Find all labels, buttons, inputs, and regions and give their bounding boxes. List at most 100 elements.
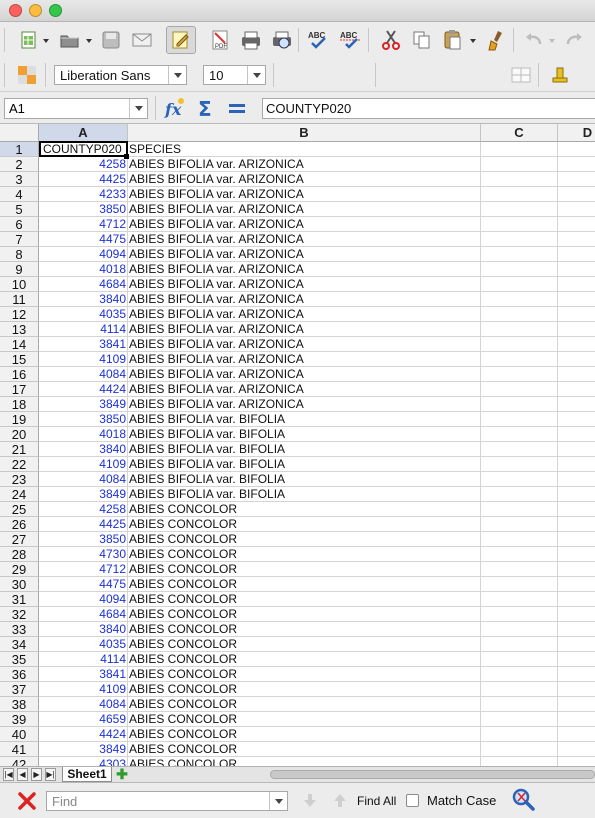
undo-icon[interactable] <box>520 27 546 53</box>
chevron-down-icon[interactable] <box>269 792 287 810</box>
cell-empty[interactable] <box>558 292 595 307</box>
cell-empty[interactable] <box>558 202 595 217</box>
cell-empty[interactable] <box>558 412 595 427</box>
cell-species[interactable]: ABIES BIFOLIA var. ARIZONICA <box>128 232 481 247</box>
cell-species[interactable]: ABIES CONCOLOR <box>128 607 481 622</box>
row-header[interactable]: 37 <box>0 682 39 697</box>
row-header[interactable]: 12 <box>0 307 39 322</box>
find-input[interactable]: Find <box>46 791 288 811</box>
cell-species[interactable]: ABIES BIFOLIA var. ARIZONICA <box>128 292 481 307</box>
cell-empty[interactable] <box>481 247 558 262</box>
sheet-tab-sheet1[interactable]: Sheet1 <box>62 767 112 782</box>
cell-species[interactable]: SPECIES <box>128 142 481 157</box>
minimize-window-button[interactable] <box>29 4 42 17</box>
cell-countyp020[interactable]: 3849 <box>39 742 128 757</box>
cell-countyp020[interactable]: 3850 <box>39 412 128 427</box>
cell-empty[interactable] <box>558 217 595 232</box>
styles-icon[interactable] <box>14 62 40 88</box>
row-header[interactable]: 22 <box>0 457 39 472</box>
row-header[interactable]: 6 <box>0 217 39 232</box>
cell-countyp020[interactable]: 4475 <box>39 577 128 592</box>
row-header[interactable]: 14 <box>0 337 39 352</box>
cell-countyp020[interactable]: 4109 <box>39 457 128 472</box>
row-header[interactable]: 32 <box>0 607 39 622</box>
cell-species[interactable]: ABIES BIFOLIA var. ARIZONICA <box>128 262 481 277</box>
row-header[interactable]: 20 <box>0 427 39 442</box>
row-header[interactable]: 38 <box>0 697 39 712</box>
cell-empty[interactable] <box>481 322 558 337</box>
cell-empty[interactable] <box>481 502 558 517</box>
fill-handle[interactable] <box>124 154 129 159</box>
cell-species[interactable]: ABIES BIFOLIA var. ARIZONICA <box>128 337 481 352</box>
cell-countyp020[interactable]: 4303 <box>39 757 128 766</box>
cell-countyp020[interactable]: 3840 <box>39 622 128 637</box>
row-header[interactable]: 10 <box>0 277 39 292</box>
cell-empty[interactable] <box>558 712 595 727</box>
cell-species[interactable]: ABIES BIFOLIA var. BIFOLIA <box>128 457 481 472</box>
cell-empty[interactable] <box>481 487 558 502</box>
cell-empty[interactable] <box>481 397 558 412</box>
font-size-combo[interactable]: 10 <box>203 65 266 85</box>
cell-empty[interactable] <box>558 322 595 337</box>
row-header[interactable]: 35 <box>0 652 39 667</box>
column-header-a[interactable]: A <box>39 124 128 142</box>
row-header[interactable]: 23 <box>0 472 39 487</box>
print-icon[interactable] <box>238 27 264 53</box>
cell-countyp020[interactable]: 3841 <box>39 337 128 352</box>
paste-icon[interactable] <box>440 27 466 53</box>
cell-empty[interactable] <box>558 187 595 202</box>
row-header[interactable]: 28 <box>0 547 39 562</box>
cell-empty[interactable] <box>558 682 595 697</box>
row-header[interactable]: 9 <box>0 262 39 277</box>
cell-empty[interactable] <box>481 277 558 292</box>
cell-empty[interactable] <box>558 742 595 757</box>
cell-species[interactable]: ABIES CONCOLOR <box>128 562 481 577</box>
row-header[interactable]: 4 <box>0 187 39 202</box>
cell-species[interactable]: ABIES BIFOLIA var. BIFOLIA <box>128 427 481 442</box>
cell-species[interactable]: ABIES BIFOLIA var. ARIZONICA <box>128 202 481 217</box>
cell-empty[interactable] <box>481 157 558 172</box>
merge-cells-icon[interactable] <box>508 62 534 88</box>
cell-species[interactable]: ABIES CONCOLOR <box>128 592 481 607</box>
edit-mode-icon[interactable] <box>166 26 196 54</box>
row-header[interactable]: 19 <box>0 412 39 427</box>
find-replace-icon[interactable] <box>511 787 537 813</box>
row-header[interactable]: 40 <box>0 727 39 742</box>
cell-empty[interactable] <box>481 292 558 307</box>
match-case-checkbox[interactable] <box>406 794 419 807</box>
cell-species[interactable]: ABIES CONCOLOR <box>128 727 481 742</box>
cell-empty[interactable] <box>558 157 595 172</box>
open-folder-icon[interactable] <box>57 27 83 53</box>
cell-species[interactable]: ABIES CONCOLOR <box>128 517 481 532</box>
cell-countyp020[interactable]: 4475 <box>39 232 128 247</box>
cell-empty[interactable] <box>558 232 595 247</box>
cell-empty[interactable] <box>481 457 558 472</box>
cell-countyp020[interactable]: 4258 <box>39 502 128 517</box>
cell-empty[interactable] <box>481 757 558 766</box>
cell-species[interactable]: ABIES BIFOLIA var. BIFOLIA <box>128 442 481 457</box>
cell-empty[interactable] <box>481 517 558 532</box>
row-header[interactable]: 7 <box>0 232 39 247</box>
cell-countyp020[interactable]: 4084 <box>39 472 128 487</box>
sum-icon[interactable]: Σ <box>193 95 219 121</box>
cell-countyp020[interactable]: 4712 <box>39 562 128 577</box>
cell-species[interactable]: ABIES CONCOLOR <box>128 622 481 637</box>
cell-empty[interactable] <box>558 607 595 622</box>
row-header[interactable]: 25 <box>0 502 39 517</box>
chevron-down-icon[interactable] <box>168 66 186 84</box>
formula-input[interactable]: COUNTYP020 <box>262 98 595 119</box>
cell-species[interactable]: ABIES CONCOLOR <box>128 757 481 766</box>
clone-formatting-icon[interactable] <box>484 27 510 53</box>
cell-empty[interactable] <box>558 697 595 712</box>
cell-empty[interactable] <box>558 532 595 547</box>
cell-empty[interactable] <box>558 337 595 352</box>
font-name-combo[interactable]: Liberation Sans <box>54 65 187 85</box>
cell-countyp020[interactable]: 4109 <box>39 682 128 697</box>
cell-species[interactable]: ABIES BIFOLIA var. ARIZONICA <box>128 157 481 172</box>
cell-species[interactable]: ABIES BIFOLIA var. ARIZONICA <box>128 397 481 412</box>
cell-empty[interactable] <box>481 172 558 187</box>
cell-countyp020[interactable]: 4233 <box>39 187 128 202</box>
row-header[interactable]: 33 <box>0 622 39 637</box>
row-header[interactable]: 1 <box>0 142 39 157</box>
row-header[interactable]: 30 <box>0 577 39 592</box>
